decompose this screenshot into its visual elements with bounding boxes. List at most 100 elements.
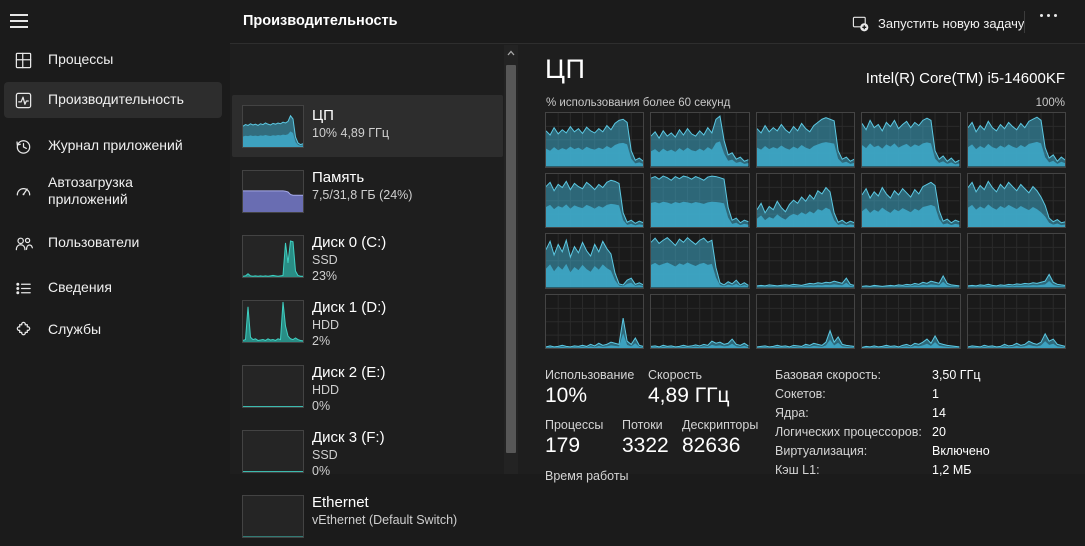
cpu-core-chart-6 bbox=[650, 173, 749, 229]
perf-item-disk3[interactable]: Диск 3 (F:) SSD 0% bbox=[232, 423, 503, 481]
perf-item-disk0[interactable]: Диск 0 (C:) SSD 23% bbox=[232, 228, 503, 286]
cpu-core-chart-10 bbox=[545, 233, 644, 289]
stat-threads-label: Потоки bbox=[622, 418, 663, 432]
stat-l1-cache-label: Кэш L1: bbox=[775, 463, 820, 477]
sidebar-item-app-history[interactable]: Журнал приложений bbox=[4, 128, 222, 164]
sidebar-item-performance[interactable]: Производительность bbox=[4, 82, 222, 118]
stat-l1-cache-value: 1,2 МБ bbox=[932, 463, 971, 477]
task-manager-window: { "topbar": { "title": "Производительнос… bbox=[0, 0, 1085, 474]
stat-cores-value: 14 bbox=[932, 406, 946, 420]
sidebar-item-services[interactable]: Службы bbox=[4, 312, 222, 348]
stat-usage-value: 10% bbox=[545, 384, 587, 408]
cpu-thumbnail-chart bbox=[242, 105, 304, 148]
sidebar-item-users[interactable]: Пользователи bbox=[4, 225, 222, 261]
cpu-core-chart-11 bbox=[650, 233, 749, 289]
cpu-model-name: Intel(R) Core(TM) i5-14600KF bbox=[866, 70, 1065, 87]
stat-handles-label: Дескрипторы bbox=[682, 418, 758, 432]
cpu-panel-title: ЦП bbox=[545, 54, 585, 85]
details-icon bbox=[14, 279, 33, 298]
sidebar-item-details[interactable]: Сведения bbox=[4, 270, 222, 306]
stat-uptime-label: Время работы bbox=[545, 469, 629, 483]
perf-item-type: SSD bbox=[312, 252, 386, 268]
stat-usage-label: Использование bbox=[545, 368, 634, 382]
users-icon bbox=[14, 234, 33, 253]
performance-list: ЦП 10% 4,89 ГГц Память 7,5/31,8 ГБ (24%)… bbox=[232, 45, 504, 474]
stat-logical-processors-value: 20 bbox=[932, 425, 946, 439]
cpu-core-chart-8 bbox=[861, 173, 960, 229]
page-title: Производительность bbox=[243, 13, 398, 29]
cpu-core-chart-7 bbox=[756, 173, 855, 229]
stat-processes-label: Процессы bbox=[545, 418, 603, 432]
sidebar-item-label: Процессы bbox=[48, 51, 113, 69]
stat-virtualization-label: Виртуализация: bbox=[775, 444, 867, 458]
memory-thumbnail-chart bbox=[242, 170, 304, 213]
perf-item-stat: 2% bbox=[312, 333, 386, 349]
scrollbar-thumb[interactable] bbox=[506, 65, 516, 453]
cpu-core-chart-12 bbox=[756, 233, 855, 289]
cpu-core-chart-9 bbox=[967, 173, 1066, 229]
disk0-thumbnail-chart bbox=[242, 235, 304, 278]
stat-cores-label: Ядра: bbox=[775, 406, 809, 420]
stat-speed-label: Скорость bbox=[648, 368, 702, 382]
sidebar-item-label: Пользователи bbox=[48, 234, 139, 252]
run-new-task-icon bbox=[852, 15, 869, 32]
perf-item-title: Ethernet bbox=[312, 493, 457, 512]
perf-item-type: HDD bbox=[312, 382, 385, 398]
services-icon bbox=[14, 321, 33, 340]
sidebar-item-label: Автозагрузка приложений bbox=[48, 174, 203, 209]
perf-item-title: Память bbox=[312, 168, 412, 187]
perf-item-title: Диск 1 (D:) bbox=[312, 298, 386, 317]
cpu-core-chart-15 bbox=[545, 294, 644, 350]
cpu-core-chart-17 bbox=[756, 294, 855, 350]
perf-item-stat: 0% bbox=[312, 398, 385, 414]
chevron-up-icon[interactable] bbox=[504, 47, 518, 59]
sidebar-item-processes[interactable]: Процессы bbox=[4, 42, 222, 78]
processes-icon bbox=[14, 51, 33, 70]
run-new-task-label: Запустить новую задачу bbox=[878, 16, 1024, 31]
cpu-core-chart-1 bbox=[650, 112, 749, 168]
sidebar-item-label: Службы bbox=[48, 321, 101, 339]
cpu-core-chart-3 bbox=[861, 112, 960, 168]
disk3-thumbnail-chart bbox=[242, 430, 304, 473]
sidebar-item-label: Журнал приложений bbox=[48, 137, 183, 155]
sidebar-item-startup-apps[interactable]: Автозагрузка приложений bbox=[4, 166, 222, 216]
stat-threads-value: 3322 bbox=[622, 434, 669, 458]
perf-item-stat: 23% bbox=[312, 268, 386, 284]
cpu-core-chart-16 bbox=[650, 294, 749, 350]
hamburger-menu-icon[interactable] bbox=[10, 14, 30, 30]
cpu-core-chart-4 bbox=[967, 112, 1066, 168]
run-new-task-button[interactable]: Запустить новую задачу bbox=[852, 10, 1024, 36]
cpu-core-chart-13 bbox=[861, 233, 960, 289]
disk2-thumbnail-chart bbox=[242, 365, 304, 408]
stat-base-speed-label: Базовая скорость: bbox=[775, 368, 881, 382]
perf-item-title: Диск 3 (F:) bbox=[312, 428, 385, 447]
perf-item-stat: 10% 4,89 ГГц bbox=[312, 125, 389, 141]
disk1-thumbnail-chart bbox=[242, 300, 304, 343]
perf-item-memory[interactable]: Память 7,5/31,8 ГБ (24%) bbox=[232, 163, 503, 221]
perf-item-disk1[interactable]: Диск 1 (D:) HDD 2% bbox=[232, 293, 503, 351]
performance-icon bbox=[14, 91, 33, 110]
perf-item-type: HDD bbox=[312, 317, 386, 333]
topbar-divider bbox=[1024, 11, 1025, 33]
ethernet-thumbnail-chart bbox=[242, 495, 304, 538]
cpu-core-chart-5 bbox=[545, 173, 644, 229]
more-icon[interactable] bbox=[1040, 14, 1057, 17]
perf-item-type: vEthernet (Default Switch) bbox=[312, 512, 457, 528]
cpu-core-chart-2 bbox=[756, 112, 855, 168]
stat-sockets-value: 1 bbox=[932, 387, 939, 401]
perf-item-ethernet[interactable]: Ethernet vEthernet (Default Switch) bbox=[232, 488, 503, 546]
cpu-core-chart-0 bbox=[545, 112, 644, 168]
sidebar-item-label: Сведения bbox=[48, 279, 112, 297]
chart-axis-max: 100% bbox=[1036, 97, 1065, 109]
startup-apps-icon bbox=[14, 182, 33, 201]
sidebar-item-label: Производительность bbox=[48, 91, 184, 109]
perf-item-cpu[interactable]: ЦП 10% 4,89 ГГц bbox=[232, 95, 503, 157]
chart-axis-label: % использования более 60 секунд bbox=[546, 97, 730, 109]
cpu-core-chart-18 bbox=[861, 294, 960, 350]
perf-item-title: ЦП bbox=[312, 106, 389, 125]
perf-item-title: Диск 0 (C:) bbox=[312, 233, 386, 252]
cpu-core-chart-19 bbox=[967, 294, 1066, 350]
perf-item-disk2[interactable]: Диск 2 (E:) HDD 0% bbox=[232, 358, 503, 416]
list-scrollbar[interactable] bbox=[504, 45, 518, 474]
sidebar: Процессы Производительность Журнал прило… bbox=[0, 0, 230, 474]
